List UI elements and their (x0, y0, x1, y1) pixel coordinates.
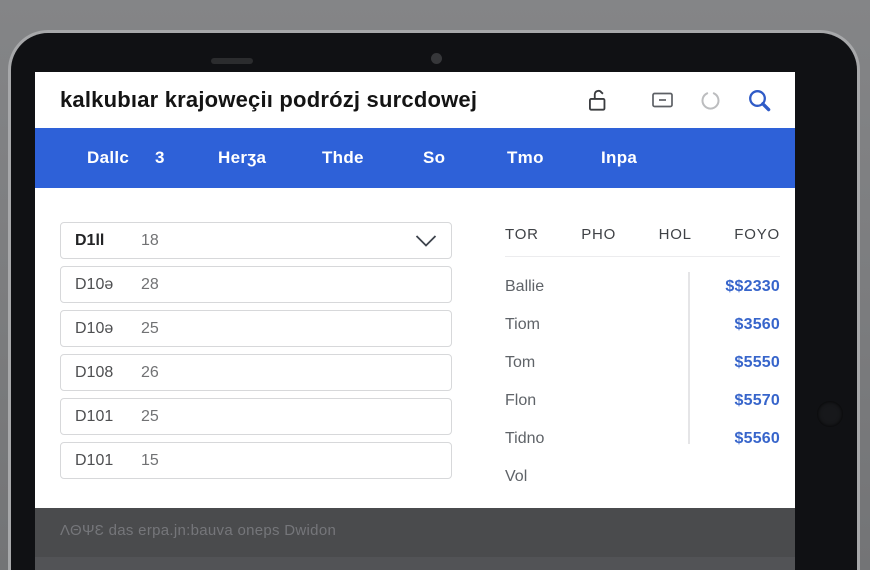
field-value: 28 (141, 275, 159, 293)
row-value: $5570 (734, 392, 780, 409)
rear-camera (817, 401, 843, 427)
summary-row: Vol (505, 458, 780, 496)
form-field[interactable]: D108 26 (60, 354, 452, 391)
tablet-power-button (211, 58, 253, 64)
field-value: 25 (141, 407, 159, 425)
main-content: D1ll 18 D10ə 28 D10ə 25 D108 26 D101 25 … (35, 188, 795, 496)
field-label: D108 (75, 363, 114, 381)
field-value: 25 (141, 319, 159, 337)
field-label: D1ll (75, 231, 105, 249)
row-label: Ballie (505, 278, 545, 295)
footer-strip (35, 557, 795, 570)
tablet-frame: kalkubıar krajoweçiı podrózj surcdowej D… (8, 30, 860, 570)
column-header-foyo: FOYO (734, 226, 780, 243)
summary-row: Tiom $3560 (505, 306, 780, 344)
row-label: Vol (505, 468, 528, 485)
row-label: Tom (505, 354, 536, 371)
page-footer: ΛΘΨƐ das erpa.jn:bauva oneps Dwidon (35, 508, 795, 570)
nav-item-4[interactable]: Thde (322, 148, 364, 168)
row-value: $5550 (734, 354, 780, 371)
field-label: D101 (75, 451, 114, 469)
form-field[interactable]: D101 25 (60, 398, 452, 435)
refresh-icon[interactable] (700, 90, 721, 111)
field-value: 15 (141, 451, 159, 469)
summary-column-headers: TOR PHO HOL FOYO (505, 226, 780, 257)
form-field[interactable]: D101 15 (60, 442, 452, 479)
summary-row: Tidno $5560 (505, 420, 780, 458)
front-camera (431, 53, 442, 64)
search-icon[interactable] (746, 87, 773, 114)
summary-rows: Ballie $$2330 Tiom $3560 Tom $5550 Flon … (505, 257, 780, 496)
column-header-tor: TOR (505, 226, 539, 243)
nav-item-3[interactable]: Herʒa (218, 148, 266, 168)
nav-item-7[interactable]: Inpa (601, 148, 637, 168)
nav-item-6[interactable]: Tmo (507, 148, 544, 168)
chevron-down-icon[interactable] (415, 234, 437, 247)
row-label: Flon (505, 392, 537, 409)
row-label: Tidno (505, 430, 545, 447)
minus-box-icon[interactable] (650, 89, 675, 111)
vertical-divider (688, 272, 690, 444)
main-nav: Dallc 3 Herʒa Thde So Tmo Inpa (35, 128, 795, 188)
form-field-dropdown[interactable]: D1ll 18 (60, 222, 452, 259)
nav-item-2[interactable]: 3 (155, 148, 165, 168)
field-label: D10ə (75, 275, 114, 293)
page-title: kalkubıar krajoweçiı podrózj surcdowej (60, 87, 478, 112)
app-header: kalkubıar krajoweçiı podrózj surcdowej (35, 72, 795, 128)
field-value: 18 (141, 231, 159, 249)
field-label: D10ə (75, 319, 114, 337)
column-header-hol: HOL (658, 226, 692, 243)
column-header-pho: PHO (581, 226, 617, 243)
row-value: $$2330 (725, 278, 780, 295)
summary-row: Tom $5550 (505, 344, 780, 382)
form-field[interactable]: D10ə 28 (60, 266, 452, 303)
header-icons (585, 86, 773, 114)
row-value: $5560 (734, 430, 780, 447)
summary-row: Ballie $$2330 (505, 268, 780, 306)
field-label: D101 (75, 407, 114, 425)
tablet-screen: kalkubıar krajoweçiı podrózj surcdowej D… (35, 72, 795, 570)
nav-item-5[interactable]: So (423, 148, 445, 168)
footer-text: ΛΘΨƐ das erpa.jn:bauva oneps Dwidon (60, 522, 337, 539)
form-field[interactable]: D10ə 25 (60, 310, 452, 347)
lock-icon[interactable] (585, 86, 611, 114)
nav-item-1[interactable]: Dallc (87, 148, 129, 168)
summary-panel: TOR PHO HOL FOYO Ballie $$2330 Tiom $356… (505, 222, 780, 496)
field-value: 26 (141, 363, 159, 381)
form-column: D1ll 18 D10ə 28 D10ə 25 D108 26 D101 25 … (60, 222, 452, 496)
summary-row: Flon $5570 (505, 382, 780, 420)
row-label: Tiom (505, 316, 540, 333)
row-value: $3560 (734, 316, 780, 333)
app-page: kalkubıar krajoweçiı podrózj surcdowej D… (35, 72, 795, 508)
